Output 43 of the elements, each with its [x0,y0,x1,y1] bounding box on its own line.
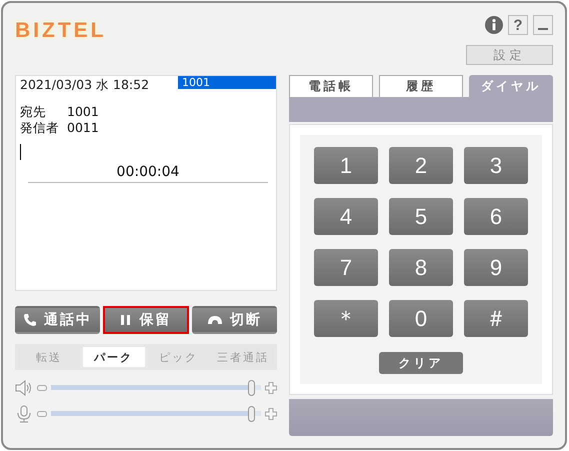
keypad-key[interactable]: 2 [389,147,453,184]
settings-button[interactable]: 設定 [466,45,553,65]
call-button[interactable]: 切断 [192,306,277,334]
call-timer: 00:00:04 [28,164,268,183]
call-button[interactable]: 保留 [103,306,189,334]
keypad-key[interactable]: 9 [464,249,528,286]
call-button[interactable]: 通話中 [15,306,100,334]
field-value: 0011 [67,120,99,136]
keypad-key[interactable]: ＊ [314,300,378,337]
tab[interactable]: 履歴 [379,75,463,97]
line-number: 1001 [178,76,276,89]
info-icon[interactable] [485,16,503,34]
tab[interactable]: 電話帳 [289,75,373,97]
speaker-icon [15,380,33,396]
keypad-key[interactable]: 1 [314,147,378,184]
tab[interactable]: ダイヤル [469,75,553,97]
minus-icon[interactable] [37,385,47,391]
keypad-key[interactable]: ＃ [464,300,528,337]
plus-icon[interactable] [265,408,277,420]
field-label: 発信者 [20,120,60,136]
keypad-key[interactable]: 8 [389,249,453,286]
keypad-key[interactable]: 7 [314,249,378,286]
field-value: 1001 [67,104,99,120]
keypad-key[interactable]: 0 [389,300,453,337]
phone-icon [23,313,38,327]
clear-button[interactable]: クリア [379,352,463,374]
minimize-button[interactable] [533,15,553,35]
microphone-icon [15,405,33,423]
help-button[interactable]: ? [508,15,528,35]
plus-icon[interactable] [265,382,277,394]
transfer-tab[interactable]: パーク [82,347,144,367]
call-date: 2021/03/03 水 18:52 [20,76,150,94]
logo: BIZTEL [15,19,106,44]
hang-up-icon [206,315,223,325]
keypad-key[interactable]: 5 [389,198,453,235]
minimize-icon [538,28,548,30]
field-label: 宛先 [20,104,47,120]
pause-icon [120,314,132,326]
text-cursor [20,144,21,160]
keypad-key[interactable]: 3 [464,147,528,184]
keypad-key[interactable]: 4 [314,198,378,235]
keypad-key[interactable]: 6 [464,198,528,235]
minus-icon[interactable] [37,411,47,417]
